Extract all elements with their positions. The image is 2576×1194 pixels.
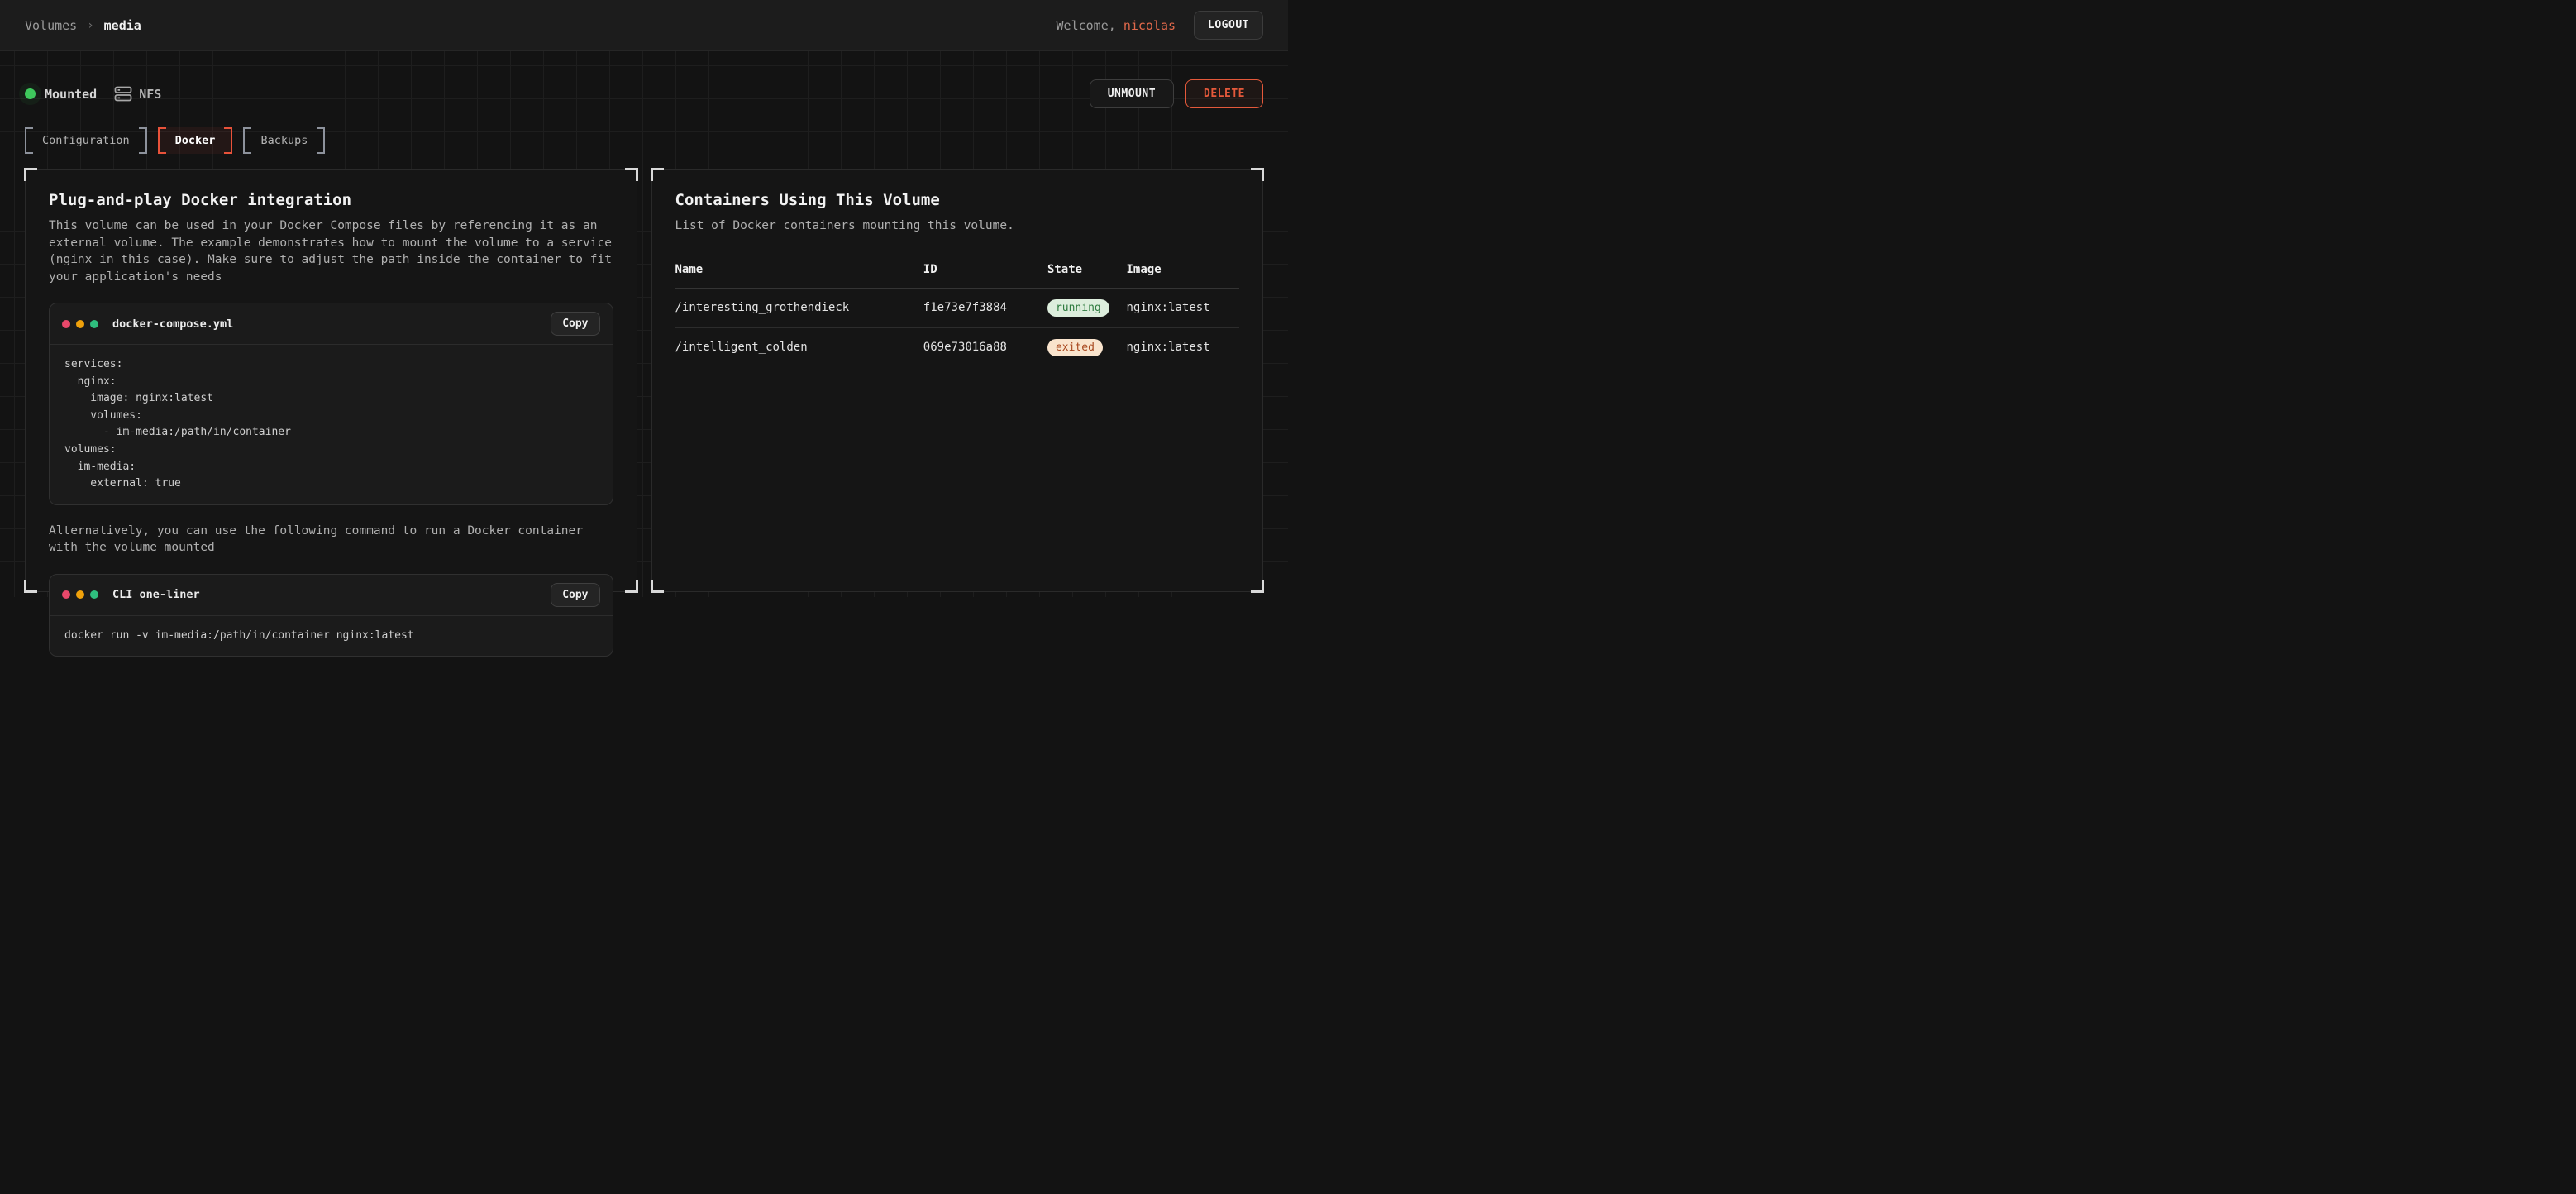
breadcrumb: Volumes › media <box>25 18 141 33</box>
cli-code-content: docker run -v im-media:/path/in/containe… <box>50 616 613 657</box>
docker-integration-panel: Plug-and-play Docker integration This vo… <box>25 169 637 592</box>
breadcrumb-current-volume: media <box>104 18 141 33</box>
tab-configuration[interactable]: Configuration <box>25 127 147 154</box>
column-header-image: Image <box>1126 256 1239 289</box>
table-row: /intelligent_colden 069e73016a88 exited … <box>675 327 1240 367</box>
traffic-light-dots <box>62 590 98 599</box>
panel-corner-icon <box>651 168 664 181</box>
traffic-light-red-icon <box>62 590 70 599</box>
filesystem-type-label: NFS <box>139 87 161 102</box>
delete-button[interactable]: DELETE <box>1185 79 1263 108</box>
container-name: /interesting_grothendieck <box>675 288 923 327</box>
traffic-light-green-icon <box>90 590 98 599</box>
compose-filename: docker-compose.yml <box>112 318 233 331</box>
breadcrumb-volumes-link[interactable]: Volumes <box>25 18 77 33</box>
tab-docker[interactable]: Docker <box>158 127 233 154</box>
docker-panel-description: This volume can be used in your Docker C… <box>49 217 613 285</box>
compose-code-header: docker-compose.yml Copy <box>50 303 613 345</box>
status-row: Mounted NFS UNMOUNT DELETE <box>25 79 1263 108</box>
containers-panel-title: Containers Using This Volume <box>675 191 1240 209</box>
mounted-status-dot-icon <box>25 88 36 99</box>
panel-corner-icon <box>1251 580 1264 593</box>
cli-code-header: CLI one-liner Copy <box>50 575 613 616</box>
cli-block-title: CLI one-liner <box>112 588 200 601</box>
container-id: 069e73016a88 <box>923 327 1047 367</box>
container-image: nginx:latest <box>1126 288 1239 327</box>
mounted-status-label: Mounted <box>45 87 97 102</box>
panel-corner-icon <box>625 168 638 181</box>
panel-corner-icon <box>625 580 638 593</box>
panel-corner-icon <box>651 580 664 593</box>
column-header-name: Name <box>675 256 923 289</box>
topbar-right: Welcome, nicolas LOGOUT <box>1057 11 1263 40</box>
compose-code-block: docker-compose.yml Copy services: nginx:… <box>49 303 613 504</box>
traffic-light-red-icon <box>62 320 70 328</box>
docker-panel-title: Plug-and-play Docker integration <box>49 191 613 209</box>
column-header-state: State <box>1047 256 1127 289</box>
panels-row: Plug-and-play Docker integration This vo… <box>25 169 1263 592</box>
main-content: Mounted NFS UNMOUNT DELETE Configuration… <box>0 51 1288 597</box>
status-badge: running <box>1047 299 1109 317</box>
volume-status: Mounted NFS <box>25 86 161 102</box>
cli-copy-button[interactable]: Copy <box>551 583 599 607</box>
containers-panel-subtitle: List of Docker containers mounting this … <box>675 217 1240 235</box>
unmount-button[interactable]: UNMOUNT <box>1090 79 1174 108</box>
compose-code-content: services: nginx: image: nginx:latest vol… <box>50 345 613 504</box>
filesystem-type: NFS <box>114 86 161 102</box>
cli-intro-text: Alternatively, you can use the following… <box>49 523 613 556</box>
tab-bar: Configuration Docker Backups <box>25 127 1263 154</box>
panel-corner-icon <box>1251 168 1264 181</box>
containers-table: Name ID State Image /interesting_grothen… <box>675 256 1240 367</box>
panel-corner-icon <box>24 580 37 593</box>
status-badge: exited <box>1047 339 1103 356</box>
container-name: /intelligent_colden <box>675 327 923 367</box>
panel-corner-icon <box>24 168 37 181</box>
chevron-right-icon: › <box>87 19 93 32</box>
volume-actions: UNMOUNT DELETE <box>1090 79 1263 108</box>
container-image: nginx:latest <box>1126 327 1239 367</box>
welcome-text: Welcome, nicolas <box>1057 18 1176 33</box>
traffic-light-dots <box>62 320 98 328</box>
top-bar: Volumes › media Welcome, nicolas LOGOUT <box>0 0 1288 51</box>
table-header-row: Name ID State Image <box>675 256 1240 289</box>
cli-code-block: CLI one-liner Copy docker run -v im-medi… <box>49 574 613 657</box>
containers-panel: Containers Using This Volume List of Doc… <box>651 169 1264 592</box>
container-id: f1e73e7f3884 <box>923 288 1047 327</box>
username: nicolas <box>1123 18 1176 33</box>
traffic-light-yellow-icon <box>76 590 84 599</box>
column-header-id: ID <box>923 256 1047 289</box>
server-icon <box>114 86 132 102</box>
compose-copy-button[interactable]: Copy <box>551 312 599 336</box>
logout-button[interactable]: LOGOUT <box>1194 11 1263 40</box>
traffic-light-green-icon <box>90 320 98 328</box>
table-row: /interesting_grothendieck f1e73e7f3884 r… <box>675 288 1240 327</box>
tab-backups[interactable]: Backups <box>243 127 325 154</box>
welcome-prefix: Welcome, <box>1057 18 1123 33</box>
traffic-light-yellow-icon <box>76 320 84 328</box>
